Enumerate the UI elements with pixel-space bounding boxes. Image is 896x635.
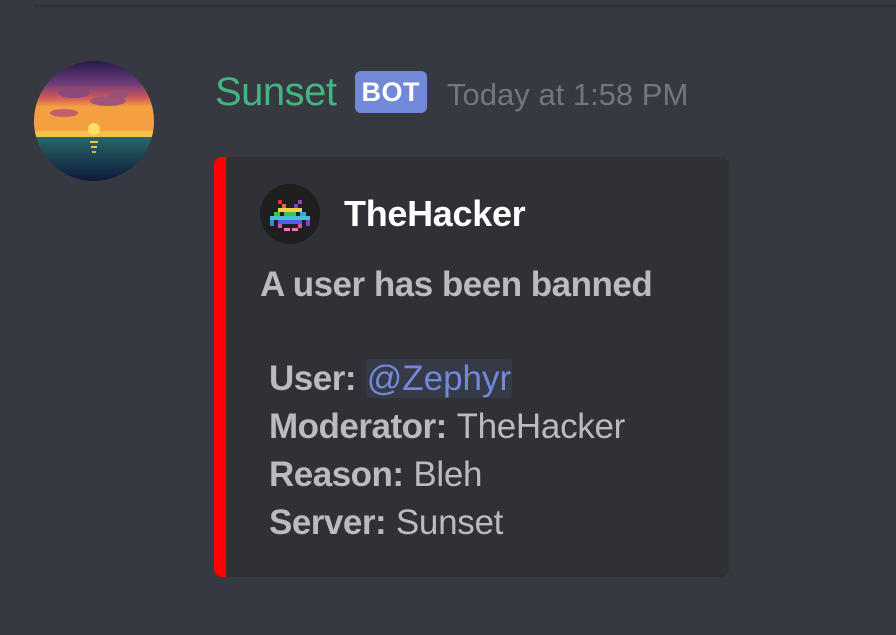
chat-message-view: Sunset BOT Today at 1:58 PM TheHacker A … — [0, 0, 896, 635]
message-header: Sunset BOT Today at 1:58 PM — [215, 66, 688, 118]
field-value: TheHacker — [456, 407, 626, 446]
field-moderator: Moderator: TheHacker — [269, 403, 625, 451]
field-key: Server: — [269, 503, 387, 542]
field-user: User: @Zephyr — [269, 355, 625, 403]
space-invader-image — [260, 184, 320, 244]
message-divider — [34, 5, 896, 7]
field-value: Sunset — [395, 503, 504, 542]
space-invader-icon — [260, 184, 320, 244]
field-key: User: — [269, 359, 356, 398]
embed-author: TheHacker — [260, 184, 526, 244]
user-mention[interactable]: @Zephyr — [365, 359, 513, 398]
embed-accent-bar — [214, 157, 226, 577]
sunset-avatar[interactable] — [34, 61, 154, 181]
sunset-avatar-image — [34, 61, 154, 181]
bot-tag-badge: BOT — [354, 71, 428, 113]
field-value: Bleh — [413, 455, 483, 494]
embed-author-name: TheHacker — [344, 193, 526, 234]
field-reason: Reason: Bleh — [269, 451, 625, 499]
message-embed: TheHacker A user has been banned User: @… — [214, 157, 729, 577]
message-timestamp[interactable]: Today at 1:58 PM — [447, 71, 688, 113]
field-server: Server: Sunset — [269, 499, 625, 547]
message-author-name[interactable]: Sunset — [215, 70, 337, 115]
embed-fields: User: @Zephyr Moderator: TheHacker Reaso… — [269, 355, 625, 547]
field-key: Moderator: — [269, 407, 447, 446]
embed-title: A user has been banned — [260, 265, 653, 304]
field-key: Reason: — [269, 455, 404, 494]
